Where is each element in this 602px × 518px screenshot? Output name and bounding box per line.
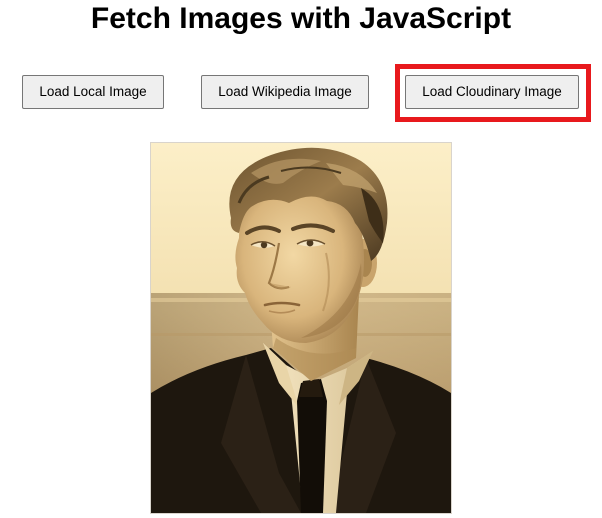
- load-wikipedia-image-button[interactable]: Load Wikipedia Image: [201, 75, 369, 109]
- load-local-image-button[interactable]: Load Local Image: [22, 75, 164, 109]
- load-cloudinary-image-button[interactable]: Load Cloudinary Image: [405, 75, 579, 109]
- loaded-image: [150, 142, 452, 514]
- page-title: Fetch Images with JavaScript: [90, 2, 512, 35]
- portrait-photo: [151, 143, 451, 513]
- page: Fetch Images with JavaScript Load Local …: [0, 0, 602, 518]
